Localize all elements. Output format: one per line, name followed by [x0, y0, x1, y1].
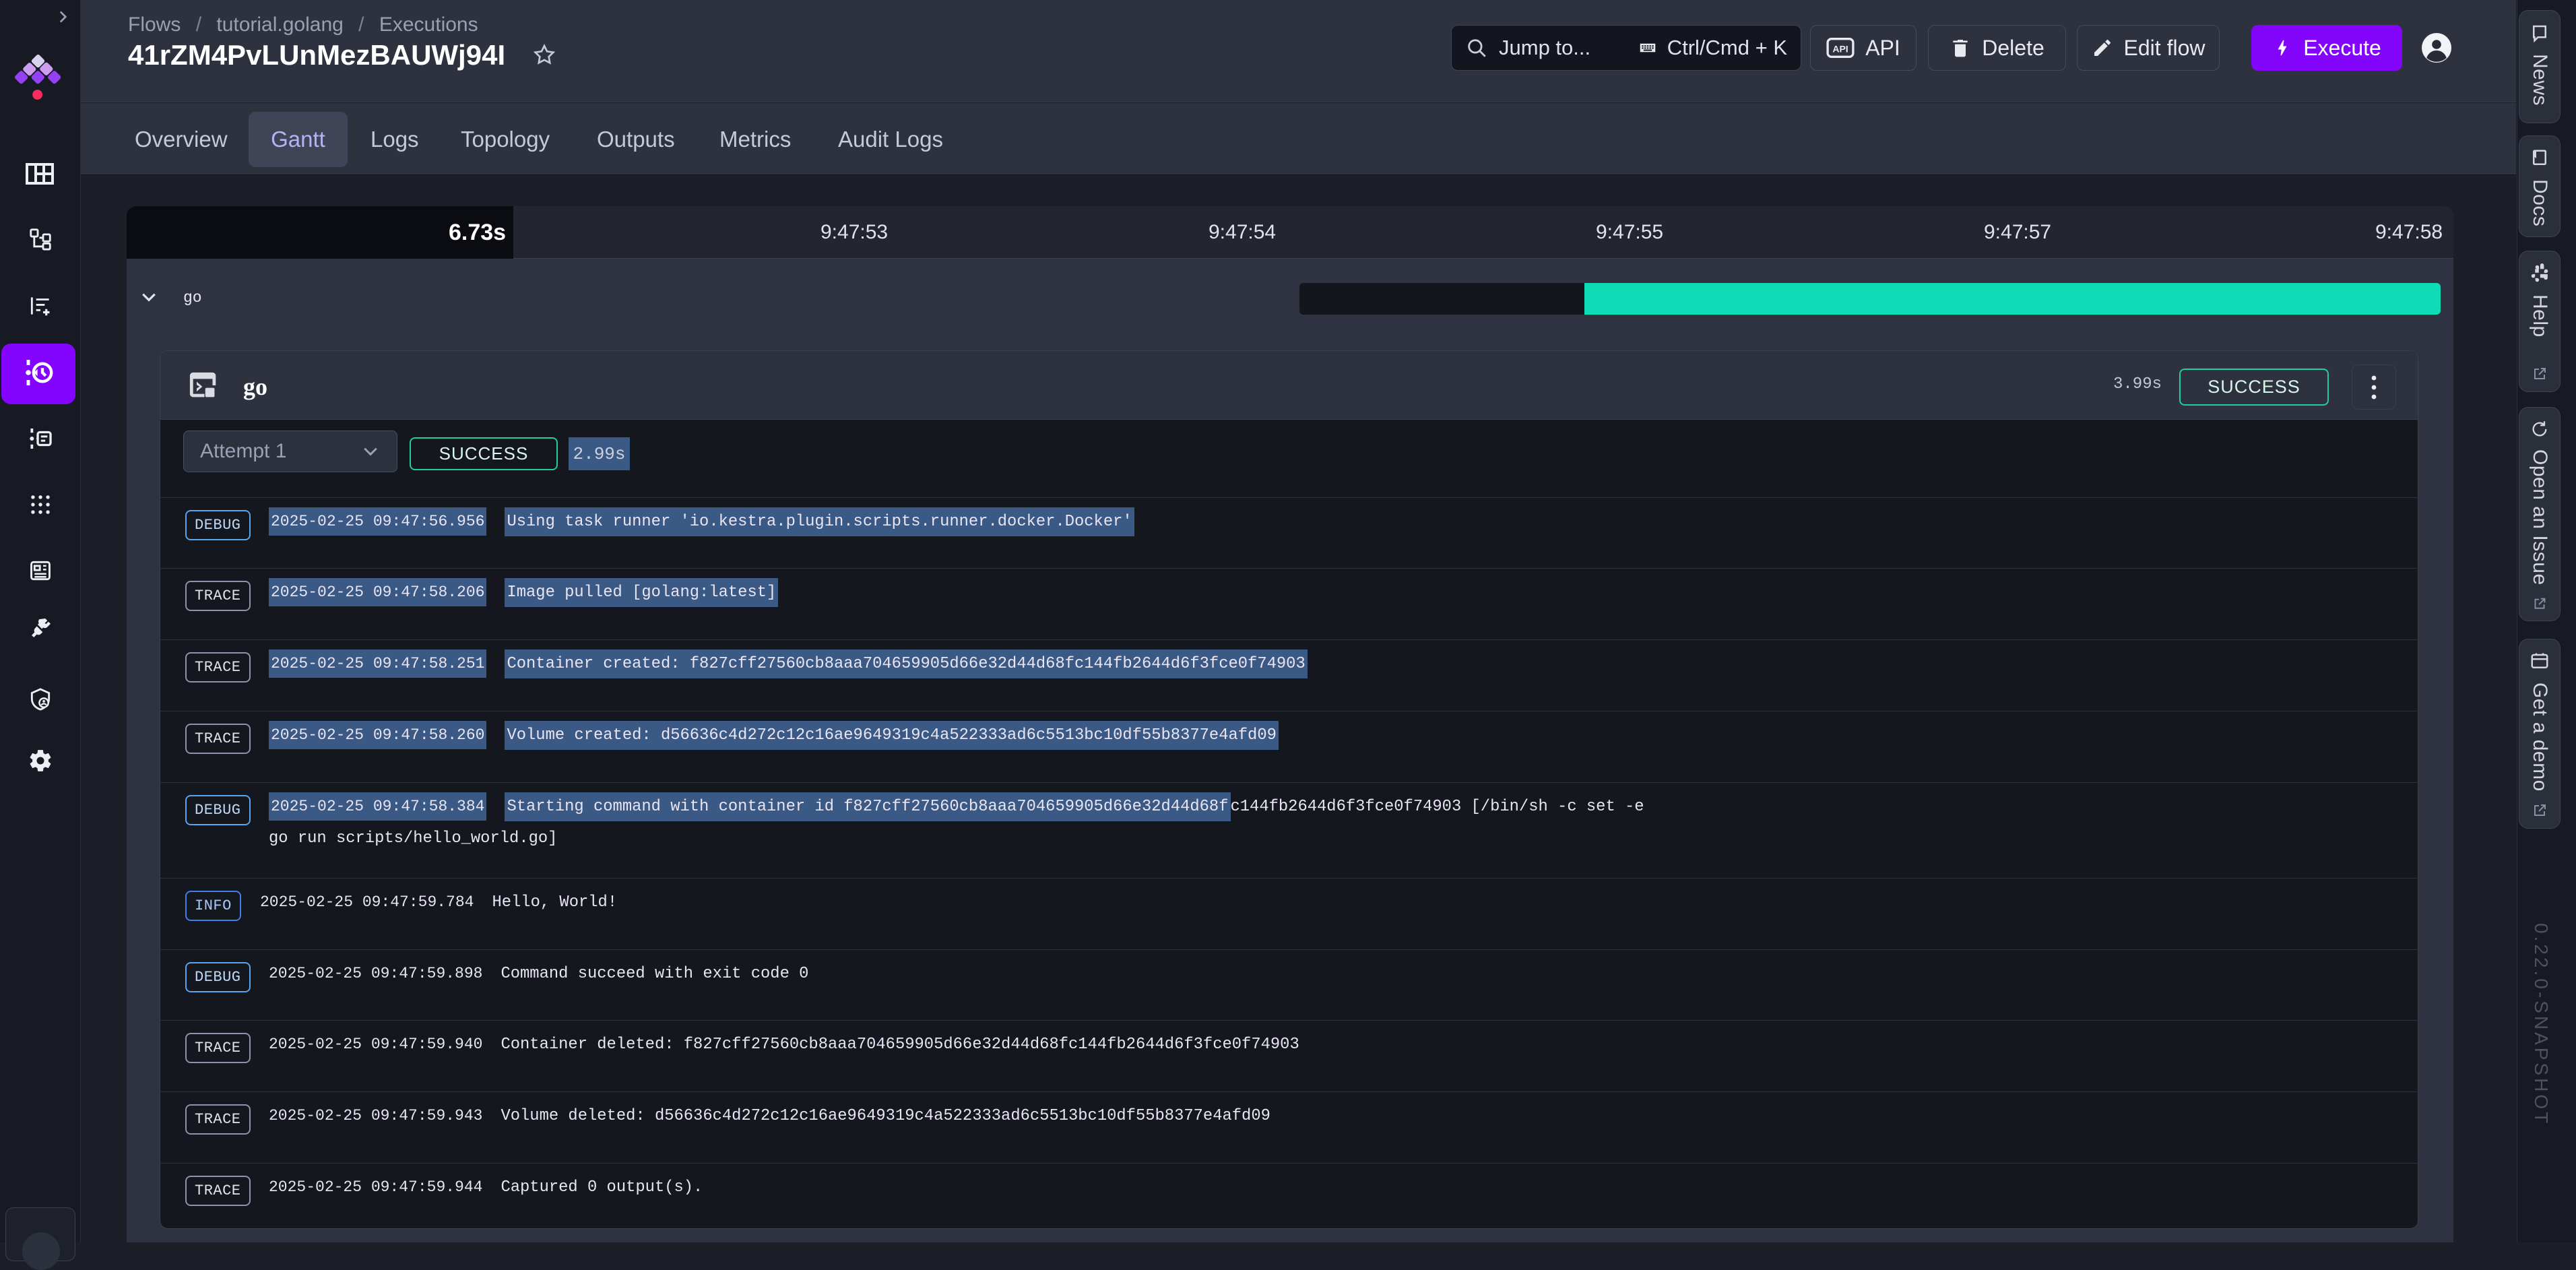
svg-text:API: API	[1833, 43, 1848, 54]
